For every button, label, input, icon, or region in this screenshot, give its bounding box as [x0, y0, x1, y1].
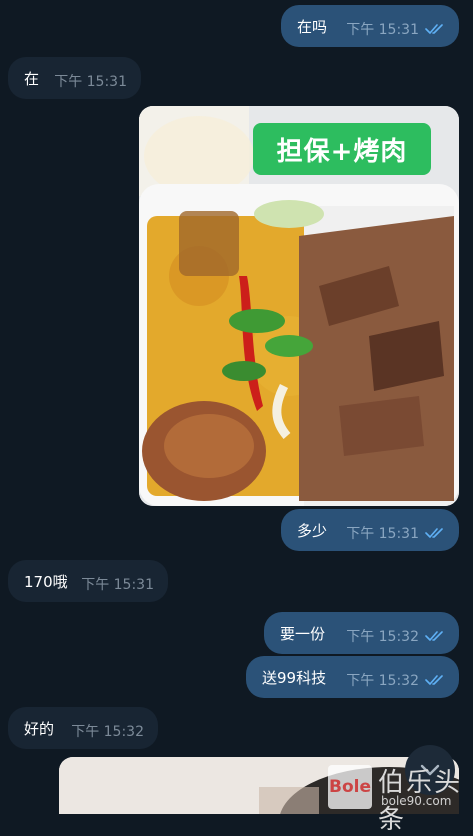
message-meta: 下午 15:32 [71, 721, 144, 741]
message-meta: 下午 15:31 [54, 71, 127, 91]
message-meta: 下午 15:31 [81, 574, 154, 594]
watermark-logo: Bole [328, 765, 372, 809]
message-time: 下午 15:32 [346, 629, 419, 645]
food-photo[interactable]: 担保+烤肉 [139, 106, 459, 506]
message-time: 下午 15:31 [81, 577, 154, 593]
message-meta: 下午 15:31 [346, 523, 445, 543]
message-outgoing[interactable]: 送99科技 下午 15:32 [246, 656, 459, 698]
message-outgoing[interactable]: 在吗 下午 15:31 [281, 5, 459, 47]
message-text: 170哦 [24, 572, 68, 591]
watermark-url: bole90.com [381, 794, 452, 808]
message-text: 多少 [297, 521, 328, 540]
message-outgoing[interactable]: 要一份 下午 15:32 [264, 612, 459, 654]
double-check-icon [425, 675, 443, 685]
double-check-icon [425, 528, 443, 538]
message-time: 下午 15:32 [71, 724, 144, 740]
message-outgoing[interactable]: 多少 下午 15:31 [281, 509, 459, 551]
message-text: 要一份 [280, 624, 326, 643]
message-time: 下午 15:31 [54, 74, 127, 90]
message-meta: 下午 15:31 [346, 19, 445, 39]
message-text: 送99科技 [262, 668, 327, 687]
photo-overlay-label: 担保+烤肉 [253, 123, 431, 175]
message-time: 下午 15:31 [346, 526, 419, 542]
message-text: 好的 [24, 719, 55, 738]
message-meta: 下午 15:32 [346, 670, 445, 690]
message-text: 在 [24, 69, 40, 88]
message-time: 下午 15:31 [346, 22, 419, 38]
double-check-icon [425, 631, 443, 641]
double-check-icon [425, 24, 443, 34]
message-incoming[interactable]: 在 下午 15:31 [8, 57, 141, 99]
message-meta: 下午 15:32 [346, 626, 445, 646]
message-incoming[interactable]: 170哦 下午 15:31 [8, 560, 168, 602]
message-incoming[interactable]: 好的 下午 15:32 [8, 707, 158, 749]
message-time: 下午 15:32 [346, 673, 419, 689]
message-text: 在吗 [297, 17, 328, 36]
